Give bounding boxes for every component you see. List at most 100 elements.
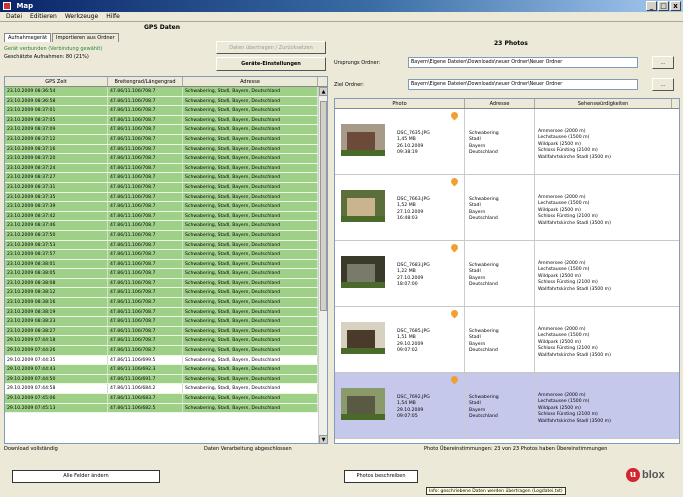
location-pin-icon xyxy=(449,242,460,253)
gps-table-row[interactable]: 23.10.2009 08:38:23 47.86/11.106/708.7 Sch… xyxy=(5,317,327,327)
gps-table-row[interactable]: 23.10.2009 08:38:16 47.86/11.106/708.7 Sch… xyxy=(5,298,327,308)
gps-time-cell: 29.10.2009 07:45:13 xyxy=(5,403,108,413)
photo-thumbnail[interactable] xyxy=(341,322,385,354)
photo-row[interactable]: DSC_7692.JPG 1,54 MB 29.10.2009 09:07:05 Sch… xyxy=(335,373,679,439)
scroll-thumb[interactable] xyxy=(320,101,327,311)
photo-thumbnail[interactable] xyxy=(341,190,385,222)
scroll-up-icon[interactable]: ▲ xyxy=(319,87,327,96)
address-cell: Schwabering, Stadl, Bayern, Deutschland xyxy=(183,317,318,326)
transfer-reset-button[interactable]: Daten übertragen / Zurücksetzen xyxy=(216,41,326,54)
gps-table-row[interactable]: 23.10.2009 08:37:39 47.86/11.106/708.7 Sch… xyxy=(5,202,327,212)
photo-info: DSC_7663.JPG 1,52 MB 27.10.2009 16:48:03 xyxy=(397,197,430,223)
address-cell: Schwabering, Stadl, Bayern, Deutschland xyxy=(183,173,318,182)
col-latlon[interactable]: Breitengrad/Längengrad xyxy=(108,77,183,86)
change-all-fields-button[interactable]: Alle Felder ändern xyxy=(12,470,160,483)
gps-scrollbar[interactable]: ▲ ▼ xyxy=(318,87,327,443)
logo-text: blox xyxy=(642,469,665,481)
address-cell: Schwabering, Stadl, Bayern, Deutschland xyxy=(183,230,318,240)
gps-table-row[interactable]: 23.10.2009 08:37:05 47.86/11.106/708.7 Sch… xyxy=(5,115,327,126)
col-sights[interactable]: Sehenswürdigkeiten xyxy=(535,99,672,108)
address-cell: Schwabering, Stadl, Bayern, Deutschland xyxy=(183,106,318,115)
sight-line: Wallfahrtskirche Stadl (3500 m) xyxy=(538,286,611,292)
gps-table-row[interactable]: 23.10.2009 08:37:57 47.86/11.106/708.7 Sch… xyxy=(5,250,327,260)
gps-table-row[interactable]: 23.10.2009 08:37:46 47.86/11.106/708.7 Sch… xyxy=(5,221,327,231)
photo-thumbnail[interactable] xyxy=(341,124,385,156)
window-controls: _ □ x xyxy=(646,1,681,11)
gps-table-row[interactable]: 29.10.2009 07:44:35 47.86/11.106/699.5 Sch… xyxy=(5,355,327,366)
gps-table-row[interactable]: 29.10.2009 07:44:58 47.86/11.106/684.2 Sch… xyxy=(5,384,327,394)
gps-table-row[interactable]: 23.10.2009 08:38:08 47.86/11.106/708.7 Sch… xyxy=(5,278,327,289)
tab-import-folder[interactable]: Importieren aus Ordner xyxy=(52,33,119,42)
gps-table-row[interactable]: 23.10.2009 08:38:05 47.86/11.106/708.7 Sch… xyxy=(5,269,327,279)
menu-hilfe[interactable]: Hilfe xyxy=(106,12,120,21)
gps-table-row[interactable]: 29.10.2009 07:44:50 47.86/11.106/691.7 Sch… xyxy=(5,374,327,385)
write-photos-button[interactable]: Photos beschreiben xyxy=(344,470,418,483)
col-gps-time[interactable]: GPS Zeit xyxy=(5,77,108,86)
gps-table-row[interactable]: 23.10.2009 08:38:01 47.86/11.106/708.7 Sch… xyxy=(5,259,327,270)
gps-table-row[interactable]: 29.10.2009 07:44:43 47.86/11.106/692.3 Sch… xyxy=(5,365,327,375)
photo-thumbnail[interactable] xyxy=(341,388,385,420)
gps-table-row[interactable]: 23.10.2009 08:37:16 47.86/11.106/708.7 Sch… xyxy=(5,144,327,155)
photo-cell: DSC_7663.JPG 1,52 MB 27.10.2009 16:48:03 xyxy=(335,175,465,240)
close-button[interactable]: x xyxy=(670,1,681,11)
menu-werkzeuge[interactable]: Werkzeuge xyxy=(65,12,98,21)
gps-table-row[interactable]: 23.10.2009 08:37:27 47.86/11.106/708.7 Sch… xyxy=(5,173,327,183)
gps-table-row[interactable]: 23.10.2009 08:37:12 47.86/11.106/708.7 Sch… xyxy=(5,134,327,145)
app-icon xyxy=(3,2,11,10)
scroll-down-icon[interactable]: ▼ xyxy=(319,435,327,443)
gps-table-row[interactable]: 23.10.2009 08:37:01 47.86/11.106/708.7 Sch… xyxy=(5,106,327,116)
gps-table-row[interactable]: 23.10.2009 08:38:12 47.86/11.106/708.7 Sch… xyxy=(5,288,327,299)
latlon-cell: 47.86/11.106/691.7 xyxy=(108,374,183,384)
address-line: Deutschland xyxy=(469,282,498,288)
gps-table-row[interactable]: 23.10.2009 08:37:20 47.86/11.106/708.7 Sch… xyxy=(5,154,327,164)
gps-table-row[interactable]: 23.10.2009 08:38:19 47.86/11.106/708.7 Sch… xyxy=(5,307,327,318)
photo-row[interactable]: DSC_7663.JPG 1,52 MB 27.10.2009 16:48:03 Sch… xyxy=(335,175,679,241)
latlon-cell: 47.86/11.106/699.5 xyxy=(108,355,183,365)
target-folder-input[interactable]: Bayern\Eigene Dateien\Downloads\neuer Or… xyxy=(408,79,638,90)
photo-thumbnail[interactable] xyxy=(341,256,385,288)
gps-table-row[interactable]: 23.10.2009 08:37:35 47.86/11.106/708.7 Sch… xyxy=(5,192,327,203)
minimize-button[interactable]: _ xyxy=(646,1,657,11)
latlon-cell: 47.86/11.106/708.7 xyxy=(108,163,183,173)
menu-editieren[interactable]: Editieren xyxy=(30,12,57,21)
device-settings-button[interactable]: Geräte-Einstellungen xyxy=(216,57,326,71)
tab-device[interactable]: Aufnahmegerät xyxy=(4,33,52,42)
photo-cell: DSC_7685.JPG 1,51 MB 29.10.2009 09:07:02 xyxy=(335,307,465,372)
maximize-button[interactable]: □ xyxy=(658,1,669,11)
latlon-cell: 47.86/11.106/708.7 xyxy=(108,154,183,163)
menu-datei[interactable]: Datei xyxy=(6,12,22,21)
gps-time-cell: 23.10.2009 08:38:08 xyxy=(5,278,108,288)
gps-header: GPS Daten xyxy=(144,24,180,31)
latlon-cell: 47.86/11.106/708.7 xyxy=(108,87,183,96)
gps-table-row[interactable]: 23.10.2009 08:37:31 47.86/11.106/708.7 Sch… xyxy=(5,182,327,193)
gps-table-row[interactable]: 29.10.2009 07:44:26 47.86/11.106/708.7 Sch… xyxy=(5,346,327,356)
gps-table-row[interactable]: 23.10.2009 08:36:58 47.86/11.106/708.7 Sch… xyxy=(5,96,327,107)
col-photo[interactable]: Photo xyxy=(335,99,465,108)
gps-table-row[interactable]: 23.10.2009 08:37:50 47.86/11.106/708.7 Sch… xyxy=(5,230,327,241)
browse-source-button[interactable]: ... xyxy=(652,56,674,69)
gps-table-row[interactable]: 23.10.2009 08:37:42 47.86/11.106/708.7 Sch… xyxy=(5,211,327,222)
browse-target-button[interactable]: ... xyxy=(652,78,674,91)
gps-table-row[interactable]: 29.10.2009 07:45:13 47.86/11.106/682.5 Sch… xyxy=(5,403,327,414)
gps-table-row[interactable]: 23.10.2009 08:38:27 47.86/11.106/708.7 Sch… xyxy=(5,326,327,337)
source-folder-input[interactable]: Bayern\Eigene Dateien\Downloads\neuer Or… xyxy=(408,57,638,68)
col-address[interactable]: Adresse xyxy=(465,99,535,108)
gps-table-row[interactable]: 23.10.2009 08:37:09 47.86/11.106/708.7 Sch… xyxy=(5,125,327,135)
location-pin-icon xyxy=(449,176,460,187)
gps-table-row[interactable]: 23.10.2009 08:37:53 47.86/11.106/708.7 Sch… xyxy=(5,240,327,251)
gps-table-row[interactable]: 29.10.2009 07:44:18 47.86/11.106/708.7 Sch… xyxy=(5,336,327,347)
photo-row[interactable]: DSC_7685.JPG 1,51 MB 29.10.2009 09:07:02 Sch… xyxy=(335,307,679,373)
photo-row[interactable]: DSC_7683.JPG 1,22 MB 27.10.2009 18:07:00 Sch… xyxy=(335,241,679,307)
gps-time-cell: 23.10.2009 08:37:31 xyxy=(5,182,108,192)
gps-time-cell: 23.10.2009 08:38:27 xyxy=(5,326,108,336)
latlon-cell: 47.86/11.106/708.7 xyxy=(108,336,183,346)
photo-row[interactable]: DSC_7635.JPG 1,45 MB 26.10.2009 09:38:19 Sch… xyxy=(335,109,679,175)
photo-cell: DSC_7635.JPG 1,45 MB 26.10.2009 09:38:19 xyxy=(335,109,465,174)
photo-info: DSC_7635.JPG 1,45 MB 26.10.2009 09:38:19 xyxy=(397,131,430,157)
gps-table-row[interactable]: 23.10.2009 08:36:54 47.86/11.106/708.7 Sch… xyxy=(5,87,327,97)
gps-table-row[interactable]: 23.10.2009 08:37:24 47.86/11.106/708.7 Sch… xyxy=(5,163,327,174)
gps-time-cell: 23.10.2009 08:37:09 xyxy=(5,125,108,134)
address-cell: Schwabering, Stadl, Bayern, Deutschland xyxy=(183,221,318,230)
col-address[interactable]: Adresse xyxy=(183,77,318,86)
gps-table-row[interactable]: 29.10.2009 07:45:06 47.86/11.106/683.7 Sch… xyxy=(5,394,327,404)
